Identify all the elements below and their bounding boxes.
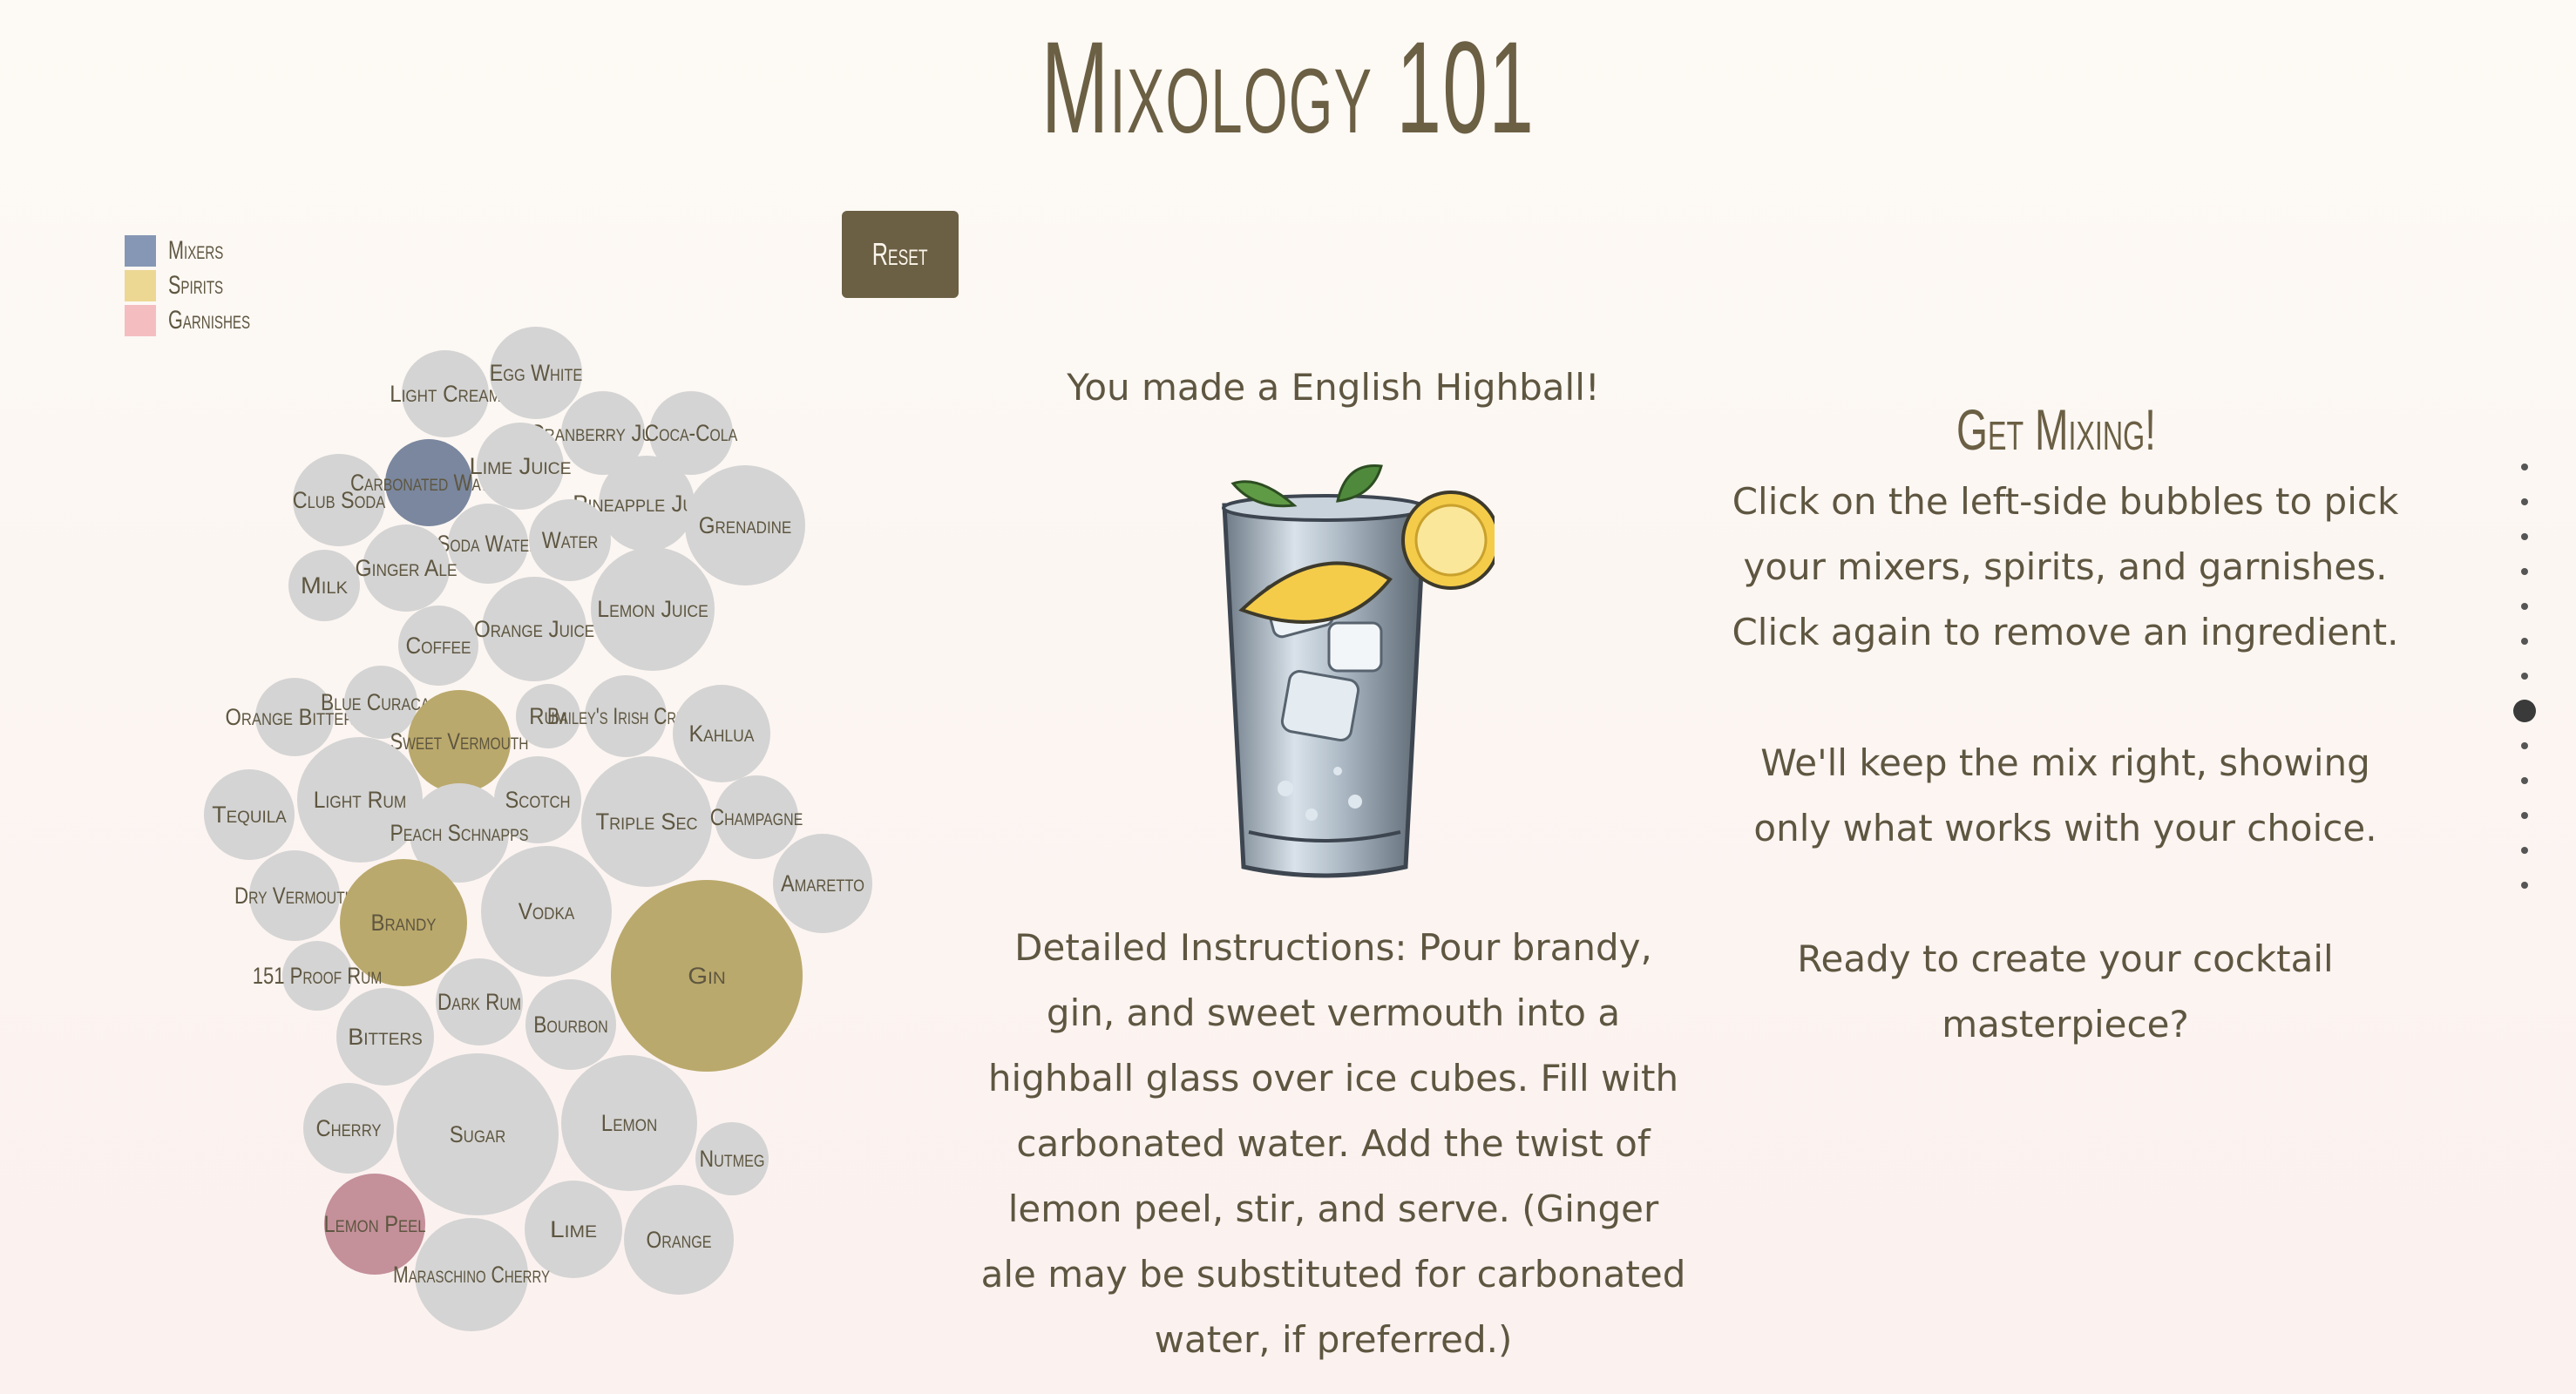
bubble-label: Bourbon xyxy=(533,1012,608,1038)
bubble-label: Soda Water xyxy=(437,531,539,557)
bubble-label: Maraschino Cherry xyxy=(393,1262,550,1288)
bubble-label: Grenadine xyxy=(699,512,792,538)
get-mixing-paragraph: We'll keep the mix right, showing only w… xyxy=(1753,741,2377,849)
highball-glass-icon xyxy=(1207,457,1501,893)
bubble-bourbon[interactable]: Bourbon xyxy=(525,979,616,1070)
bubble-label: Orange xyxy=(647,1227,712,1253)
bubble-label: Coca-Cola xyxy=(645,420,738,446)
get-mixing-body: Click on the left-side bubbles to pick y… xyxy=(1717,469,2414,1122)
page-dot[interactable] xyxy=(2521,777,2528,784)
bubble-coffee[interactable]: Coffee xyxy=(398,606,478,686)
page-dot[interactable] xyxy=(2521,533,2528,540)
bubble-label: Dark Rum xyxy=(437,989,521,1015)
bubble-label: Lemon Juice xyxy=(597,596,708,622)
bubble-nutmeg[interactable]: Nutmeg xyxy=(695,1122,769,1195)
bubble-label: Lemon Peel xyxy=(324,1211,426,1237)
bubble-lemon[interactable]: Lemon xyxy=(561,1055,697,1191)
bubble-label: Egg White xyxy=(490,360,583,386)
page-dot[interactable] xyxy=(2521,498,2528,505)
bubble-label: Water xyxy=(542,527,599,553)
bubble-bitters[interactable]: Bitters xyxy=(336,988,434,1086)
page-dot[interactable] xyxy=(2521,742,2528,749)
bubble-label: Amaretto xyxy=(781,870,864,897)
bubble-label: Vodka xyxy=(519,898,575,924)
bubble-label: Gin xyxy=(688,963,726,989)
bubble-champagne[interactable]: Champagne xyxy=(710,775,803,859)
ingredient-bubble-chart: Light CreamEgg WhiteCranberry JuiceCoca-… xyxy=(204,327,872,1331)
bubble-label: Kahlua xyxy=(689,721,755,747)
bubble-grenadine[interactable]: Grenadine xyxy=(685,465,805,585)
bubble-label: Coffee xyxy=(406,633,471,659)
page-dot[interactable] xyxy=(2521,673,2528,680)
page-navigation-dots xyxy=(2510,464,2539,917)
page-dot[interactable] xyxy=(2521,812,2528,819)
bubble-dark-rum[interactable]: Dark Rum xyxy=(436,958,523,1046)
get-mixing-paragraph: Ready to create your cocktail masterpiec… xyxy=(1797,937,2334,1046)
bubble-label: Lemon xyxy=(601,1110,658,1136)
bubble-kahlua[interactable]: Kahlua xyxy=(673,685,770,782)
bubble-gin[interactable]: Gin xyxy=(611,880,803,1072)
bubble-label: Ginger Ale xyxy=(356,555,458,581)
page-dot-active[interactable] xyxy=(2513,700,2536,722)
bubble-club-soda[interactable]: Club Soda xyxy=(293,454,386,546)
get-mixing-title: Get Mixing! xyxy=(1956,397,2157,462)
page-dot[interactable] xyxy=(2521,847,2528,854)
bubble-label: Brandy xyxy=(371,910,437,936)
page-dot[interactable] xyxy=(2521,603,2528,610)
bubble-label: Bitters xyxy=(348,1024,423,1050)
bubble-lemon-peel[interactable]: Lemon Peel xyxy=(324,1174,426,1275)
bubble-label: Peach Schnapps xyxy=(390,820,529,846)
bubble-label: Milk xyxy=(301,572,348,599)
instructions-text: Detailed Instructions: Pour brandy, gin,… xyxy=(980,926,1686,1361)
bubble-label: Orange Juice xyxy=(474,616,594,642)
bubble-triple-sec[interactable]: Triple Sec xyxy=(581,756,712,887)
bubble-cherry[interactable]: Cherry xyxy=(303,1083,394,1174)
page-dot[interactable] xyxy=(2521,638,2528,645)
bubble-label: 151 Proof Rum xyxy=(253,963,383,989)
bubble-amaretto[interactable]: Amaretto xyxy=(773,834,872,933)
bubble-egg-white[interactable]: Egg White xyxy=(490,327,583,419)
page-dot[interactable] xyxy=(2521,568,2528,575)
bubble-label: Dry Vermouth xyxy=(234,883,355,909)
bubble-lemon-juice[interactable]: Lemon Juice xyxy=(591,547,715,671)
bubble-vodka[interactable]: Vodka xyxy=(481,846,612,977)
bubble-label: Cherry xyxy=(316,1115,382,1141)
bubble-label: Sugar xyxy=(450,1121,506,1147)
bubble-label: Triple Sec xyxy=(596,809,698,835)
bubble-sugar[interactable]: Sugar xyxy=(397,1053,559,1215)
bubble-tequila[interactable]: Tequila xyxy=(204,769,295,860)
bubble-label: Sweet Vermouth xyxy=(390,728,529,755)
bubble-label: Light Rum xyxy=(314,787,407,813)
bubble-orange[interactable]: Orange xyxy=(624,1185,734,1295)
bubble-orange-juice[interactable]: Orange Juice xyxy=(474,577,594,681)
bubble-label: Tequila xyxy=(212,802,287,828)
page-dot[interactable] xyxy=(2521,464,2528,470)
bubble-milk[interactable]: Milk xyxy=(288,550,360,621)
page-dot[interactable] xyxy=(2521,882,2528,889)
bubble-light-cream[interactable]: Light Cream xyxy=(390,350,501,437)
bubble-label: Lime xyxy=(550,1216,597,1242)
result-heading: You made a English Highball! xyxy=(1067,366,1600,409)
bubble-label: Scotch xyxy=(505,787,571,813)
get-mixing-paragraph: Click on the left-side bubbles to pick y… xyxy=(1732,480,2399,653)
bubble-label: Lime Juice xyxy=(470,453,572,479)
bubble-water[interactable]: Water xyxy=(529,499,611,581)
bubble-label: Light Cream xyxy=(390,381,501,407)
bubble-label: Champagne xyxy=(710,804,803,830)
bubble-dry-vermouth[interactable]: Dry Vermouth xyxy=(234,850,355,941)
bubble-label: Nutmeg xyxy=(700,1146,765,1172)
